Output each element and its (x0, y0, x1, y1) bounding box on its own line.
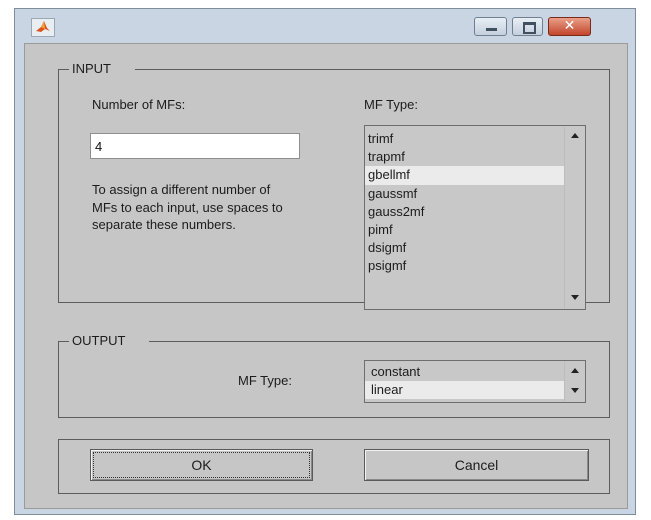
num-mfs-input[interactable] (90, 133, 300, 159)
help-text: To assign a different number of MFs to e… (92, 182, 283, 232)
list-item-trapmf[interactable]: trapmf (365, 148, 565, 166)
scroll-down-icon[interactable] (571, 295, 579, 300)
ok-button[interactable]: OK (90, 449, 313, 481)
input-mf-type-list[interactable]: trimf trapmf gbellmf gaussmf gauss2mf pimf dsi… (364, 125, 586, 310)
dialog-content: INPUT Number of MFs: MF Type: To assign … (24, 43, 628, 509)
list-item-gauss2mf[interactable]: gauss2mf (365, 203, 565, 221)
close-icon: ✕ (563, 18, 576, 34)
input-mf-type-label: MF Type: (364, 97, 418, 112)
maximize-icon (523, 22, 536, 34)
input-group-label: INPUT (69, 61, 135, 77)
matlab-icon[interactable] (31, 18, 55, 37)
list-item-linear[interactable]: linear (365, 381, 565, 400)
title-bar[interactable]: ✕ (15, 9, 635, 43)
maximize-button[interactable] (512, 17, 543, 36)
output-mf-type-label: MF Type: (238, 373, 292, 388)
num-mfs-label: Number of MFs: (92, 97, 186, 112)
list-item-dsigmf[interactable]: dsigmf (365, 239, 565, 257)
close-button[interactable]: ✕ (548, 17, 591, 36)
list-item-constant[interactable]: constant (365, 363, 565, 381)
minimize-icon (486, 28, 497, 31)
list-item-psigmf[interactable]: psigmf (365, 257, 565, 275)
list-item-pimf[interactable]: pimf (365, 221, 565, 239)
list-item-gbellmf[interactable]: gbellmf (365, 166, 565, 185)
minimize-button[interactable] (474, 17, 507, 36)
button-group: OK Cancel (58, 439, 610, 494)
output-mf-type-list[interactable]: constant linear (364, 360, 586, 403)
output-list-scrollbar[interactable] (564, 361, 585, 402)
input-group: INPUT Number of MFs: MF Type: To assign … (58, 61, 610, 310)
cancel-button[interactable]: Cancel (364, 449, 589, 481)
dialog-window: ✕ INPUT Number of MFs: MF Type: To assig… (14, 8, 636, 515)
input-mf-type-items: trimf trapmf gbellmf gaussmf gauss2mf pimf dsi… (365, 130, 565, 276)
scroll-down-icon[interactable] (571, 388, 579, 393)
list-item-gaussmf[interactable]: gaussmf (365, 185, 565, 203)
scroll-up-icon[interactable] (571, 133, 579, 138)
scroll-up-icon[interactable] (571, 368, 579, 373)
list-item-trimf[interactable]: trimf (365, 130, 565, 148)
output-group-label: OUTPUT (69, 333, 150, 349)
input-list-scrollbar[interactable] (564, 126, 585, 309)
output-mf-type-items: constant linear (365, 363, 565, 400)
output-group: OUTPUT MF Type: constant linear (58, 333, 610, 418)
